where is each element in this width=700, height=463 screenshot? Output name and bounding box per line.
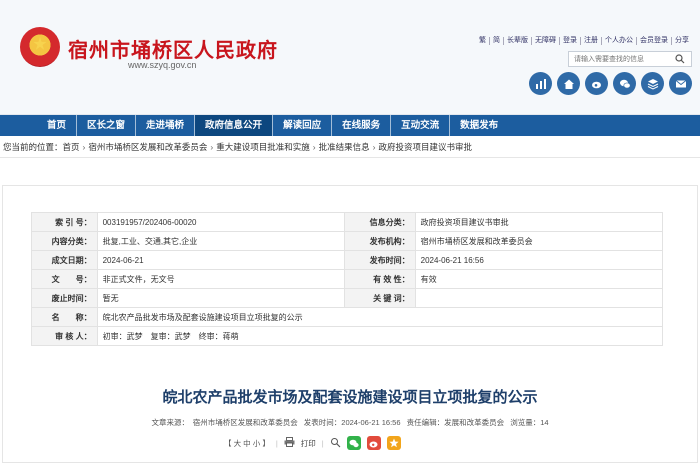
font-size-switcher[interactable]: 【 大 中 小 】 (224, 438, 270, 449)
name-value: 皖北农产品批发市场及配套设施建设项目立项批复的公示 (96, 307, 664, 327)
table-row: 审 核 人： 初审：武梦 复审：武梦 终审：蒋萌 (31, 326, 664, 346)
breadcrumb-prefix: 您当前的位置： (3, 142, 63, 152)
table-row: 索 引 号： 003191957/202406-00020 信息分类： 政府投资… (31, 212, 664, 232)
mail-icon[interactable] (669, 72, 692, 95)
category-value: 批复,工业、交通,其它,企业 (96, 231, 345, 251)
layers-icon[interactable] (641, 72, 664, 95)
print-icon[interactable] (284, 437, 295, 449)
breadcrumb-item-approval-results[interactable]: 批准结果信息 (319, 142, 370, 152)
nav-mayor[interactable]: 区长之窗 (77, 115, 135, 136)
link-member-login[interactable]: 会员登录 (637, 37, 672, 45)
index-value: 003191957/202406-00020 (96, 212, 345, 232)
nav-info-disclosure[interactable]: 政府信息公开 (195, 115, 273, 136)
quick-icons (529, 72, 692, 95)
national-emblem-icon (20, 27, 60, 67)
weibo-icon[interactable] (585, 72, 608, 95)
category-label: 内容分类： (31, 231, 98, 251)
publisher-value: 宿州市埇桥区发展和改革委员会 (414, 231, 664, 251)
table-row: 废止时间： 暂无 关 键 词： (31, 288, 664, 308)
article-container: 索 引 号： 003191957/202406-00020 信息分类： 政府投资… (2, 185, 698, 463)
chart-icon[interactable] (529, 72, 552, 95)
reviewer-value: 初审：武梦 复审：武梦 终审：蒋萌 (96, 326, 664, 346)
link-register[interactable]: 注册 (581, 37, 602, 45)
article-source: 文章来源： 宿州市埇桥区发展和改革委员会 (151, 418, 298, 427)
article-editor: 责任编辑：发展和改革委员会 (406, 418, 505, 427)
breadcrumb-item-major-projects[interactable]: 重大建设项目批准和实施 (216, 142, 310, 152)
wechat-share-icon[interactable] (346, 436, 361, 450)
nav-divider (135, 115, 137, 136)
index-label: 索 引 号： (31, 212, 98, 232)
chevron-right-icon: › (210, 142, 214, 152)
nav-interaction[interactable]: 互动交流 (391, 115, 449, 136)
keywords-value (414, 288, 664, 308)
table-row: 名 称： 皖北农产品批发市场及配套设施建设项目立项批复的公示 (31, 307, 664, 327)
tools-divider: | (275, 438, 278, 448)
chevron-right-icon: › (312, 142, 316, 152)
link-personal-office[interactable]: 个人办公 (602, 37, 637, 45)
abolish-time-value: 暂无 (96, 288, 345, 308)
nav-data-release[interactable]: 数据发布 (450, 115, 508, 136)
validity-value: 有效 (414, 269, 664, 289)
link-login[interactable]: 登录 (560, 37, 581, 45)
info-class-value: 政府投资项目建议书审批 (414, 212, 664, 232)
published-time-label: 发布时间： (343, 250, 416, 270)
doc-number-label: 文 号： (31, 269, 98, 289)
nav-divider (331, 115, 333, 136)
top-links: 繁 简 长辈版 无障碍 登录 注册 个人办公 会员登录 分享 (476, 37, 692, 45)
breadcrumb-item-home[interactable]: 首页 (63, 142, 80, 152)
table-row: 成文日期： 2024-06-21 发布时间： 2024-06-21 16:56 (31, 250, 664, 270)
created-date-label: 成文日期： (31, 250, 98, 270)
table-row: 文 号： 非正式文件，无文号 有 效 性： 有效 (31, 269, 664, 289)
link-traditional[interactable]: 繁 (476, 37, 490, 45)
qzone-share-icon[interactable] (386, 436, 401, 450)
doc-number-value: 非正式文件，无文号 (96, 269, 345, 289)
nav-home[interactable]: 首页 (37, 115, 76, 136)
article-meta: 文章来源： 宿州市埇桥区发展和改革委员会 发表时间：2024-06-21 16:… (3, 417, 697, 428)
link-simplified[interactable]: 简 (490, 37, 504, 45)
nav-divider (272, 115, 274, 136)
weibo-share-icon[interactable] (366, 436, 381, 450)
abolish-time-label: 废止时间： (31, 288, 98, 308)
print-button[interactable]: 打印 (301, 438, 316, 449)
nav-divider (449, 115, 451, 136)
article-time: 发表时间：2024-06-21 16:56 (303, 418, 401, 427)
published-time-value: 2024-06-21 16:56 (414, 250, 664, 270)
tools-divider: | (321, 438, 324, 448)
search-icon[interactable] (669, 52, 691, 66)
nav-online-service[interactable]: 在线服务 (332, 115, 390, 136)
share-icon[interactable] (330, 437, 341, 450)
breadcrumb: 您当前的位置：首页 › 宿州市埇桥区发展和改革委员会 › 重大建设项目批准和实施 › 批准结… (0, 136, 700, 158)
info-class-label: 信息分类： (343, 212, 416, 232)
home-icon[interactable] (557, 72, 580, 95)
link-elder-mode[interactable]: 长辈版 (504, 37, 532, 45)
nav-about[interactable]: 走进埇桥 (136, 115, 194, 136)
site-url: www.szyq.gov.cn (128, 60, 197, 70)
metadata-table: 索 引 号： 003191957/202406-00020 信息分类： 政府投资… (31, 212, 664, 346)
search-input[interactable] (569, 52, 669, 66)
article-title: 皖北农产品批发市场及配套设施建设项目立项批复的公示 (162, 389, 538, 406)
site-title[interactable]: 宿州市埇桥区人民政府 (68, 34, 278, 63)
nav-interpretation[interactable]: 解读回应 (273, 115, 331, 136)
nav-divider (194, 115, 196, 136)
name-label: 名 称： (31, 307, 98, 327)
validity-label: 有 效 性： (343, 269, 416, 289)
publisher-label: 发布机构： (343, 231, 416, 251)
article-tools: 【 大 中 小 】 | 打印 | (224, 436, 401, 450)
nav-divider (76, 115, 78, 136)
article-views: 浏览量：14 (510, 418, 549, 427)
main-nav: 首页 区长之窗 走进埇桥 政府信息公开 解读回应 在线服务 互动交流 数据发布 (0, 115, 700, 136)
site-header: 宿州市埇桥区人民政府 www.szyq.gov.cn 繁 简 长辈版 无障碍 登… (0, 0, 700, 115)
link-accessibility[interactable]: 无障碍 (532, 37, 560, 45)
wechat-icon[interactable] (613, 72, 636, 95)
created-date-value: 2024-06-21 (96, 250, 345, 270)
breadcrumb-item-proposal-approval[interactable]: 政府投资项目建议书审批 (378, 142, 472, 152)
table-row: 内容分类： 批复,工业、交通,其它,企业 发布机构： 宿州市埇桥区发展和改革委员… (31, 231, 664, 251)
link-share[interactable]: 分享 (672, 37, 692, 45)
nav-divider (390, 115, 392, 136)
breadcrumb-item-drc[interactable]: 宿州市埇桥区发展和改革委员会 (88, 142, 207, 152)
reviewer-label: 审 核 人： (31, 326, 98, 346)
search-box (568, 51, 692, 67)
keywords-label: 关 键 词： (343, 288, 416, 308)
